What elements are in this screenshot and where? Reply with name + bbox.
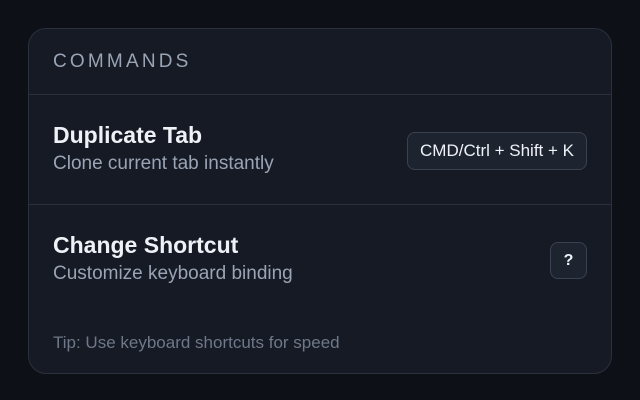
command-title: Duplicate Tab [53,122,203,148]
command-text: Duplicate Tab Clone current tab instantl… [53,121,274,176]
panel-title: COMMANDS [53,51,192,72]
command-title: Change Shortcut [53,232,239,258]
help-button[interactable]: ? [550,242,587,279]
command-description: Customize keyboard binding [53,263,293,284]
tip-text: Tip: Use keyboard shortcuts for speed [53,333,340,352]
panel-header: COMMANDS [29,29,611,95]
commands-panel: COMMANDS Duplicate Tab Clone current tab… [28,28,612,374]
command-row-duplicate-tab[interactable]: Duplicate Tab Clone current tab instantl… [29,95,611,205]
command-row-change-shortcut[interactable]: Change Shortcut Customize keyboard bindi… [29,205,611,315]
command-description: Clone current tab instantly [53,153,274,174]
command-text: Change Shortcut Customize keyboard bindi… [53,231,293,286]
shortcut-badge[interactable]: CMD/Ctrl + Shift + K [407,132,587,170]
